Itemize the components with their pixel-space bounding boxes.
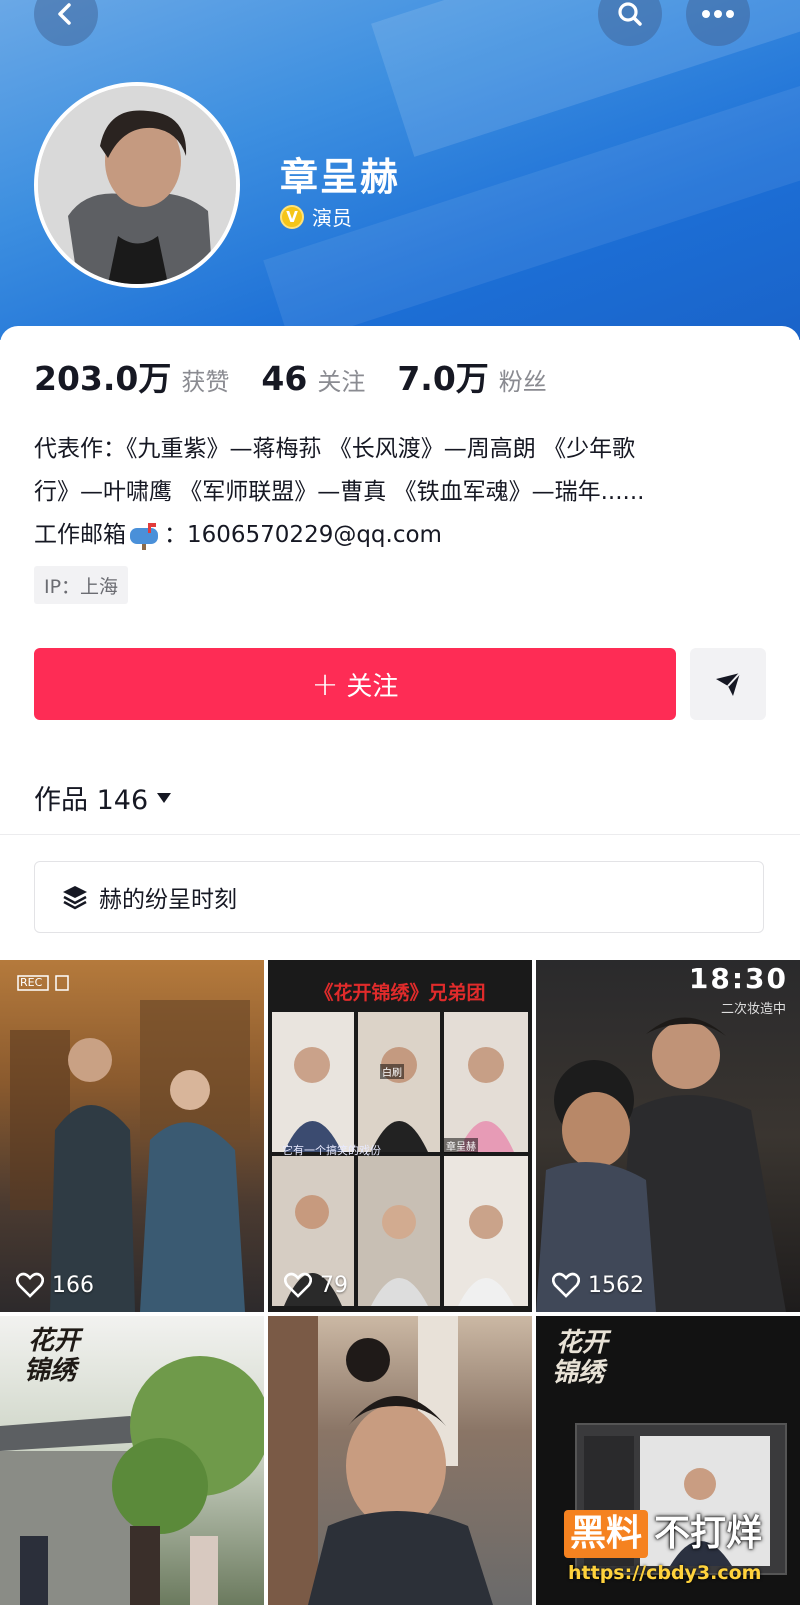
verification-row: V 演员 [280, 202, 352, 231]
video-tile[interactable]: 花开 锦绣 [0, 1316, 264, 1605]
mailbox-icon [130, 522, 158, 550]
video-grid: REC 166 《花开锦绣》兄弟团 白刷 章呈赫 它有一个搞笑的戏份 79 18… [0, 960, 800, 1605]
video-overlay-logo: 锦绣 [552, 1358, 605, 1388]
watermark-text: 不打烊 [654, 1513, 763, 1554]
video-overlay-name: 白刷 [380, 1064, 404, 1079]
video-likes: 79 [284, 1272, 348, 1298]
collection-label: 赫的纷呈时刻 [99, 887, 237, 913]
video-overlay-time: 18:30 [688, 962, 788, 995]
watermark-url: https://cbdy3.com [568, 1562, 762, 1584]
video-like-count: 1562 [588, 1272, 644, 1298]
video-like-count: 79 [320, 1272, 348, 1298]
video-thumbnail [272, 1012, 528, 1306]
bio-email-line: 工作邮箱 ：1606570229@qq.com [34, 514, 774, 557]
follow-button-label: 关注 [346, 671, 399, 702]
video-like-count: 166 [52, 1272, 94, 1298]
divider [0, 834, 800, 835]
video-overlay-title: 《花开锦绣》兄弟团 [314, 982, 486, 1004]
video-thumbnail [268, 1316, 493, 1605]
bio-line: 行》—叶啸鹰 《军师联盟》—曹真 《铁血军魂》—瑞年...... [34, 479, 645, 505]
video-overlay-caption: 它有一个搞笑的戏份 [282, 1144, 381, 1157]
rec-overlay: REC [20, 976, 43, 989]
video-tile[interactable] [268, 1316, 532, 1605]
ip-location-tag: IP：上海 [34, 566, 129, 604]
video-likes: 166 [16, 1272, 94, 1298]
bio-email-label: 工作邮箱 [34, 522, 126, 548]
likes-label[interactable]: 获赞 [181, 362, 229, 397]
site-watermark: 黑料 不打烊 https://cbdy3.com [564, 1510, 796, 1602]
video-tile[interactable]: 《花开锦绣》兄弟团 白刷 章呈赫 它有一个搞笑的戏份 79 [268, 960, 532, 1312]
works-tab-label: 作品 146 [34, 785, 149, 816]
followers-count[interactable]: 7.0万 [397, 352, 488, 400]
likes-count[interactable]: 203.0万 [34, 352, 171, 400]
following-label[interactable]: 关注 [317, 362, 365, 397]
profile-name: 章呈赫 [280, 155, 401, 199]
video-tile[interactable]: REC 166 [0, 960, 264, 1312]
heart-icon [552, 1272, 580, 1298]
video-overlay-logo: 锦绣 [24, 1356, 77, 1386]
following-count[interactable]: 46 [261, 359, 307, 398]
followers-label[interactable]: 粉丝 [499, 362, 547, 397]
more-dots-icon [702, 10, 734, 18]
chevron-left-icon [58, 3, 71, 25]
bio-email[interactable]: ：1606570229@qq.com [164, 514, 442, 557]
watermark-text: 黑料 [564, 1510, 649, 1558]
profile-stats: 203.0万 获赞 46 关注 7.0万 粉丝 [34, 352, 579, 400]
heart-icon [284, 1272, 312, 1298]
heart-icon [16, 1272, 44, 1298]
tab-works[interactable]: 作品 146 [34, 778, 172, 817]
plus-icon: + [311, 665, 339, 703]
profile-bio: 代表作：《九重紫》—蒋梅荪 《长风渡》—周高朗 《少年歌 行》—叶啸鹰 《军师联… [34, 428, 774, 557]
send-message-button[interactable] [690, 648, 766, 720]
video-thumbnail [10, 975, 250, 1312]
watermark-logo: 黑料 不打烊 [564, 1510, 762, 1558]
collection-entry[interactable]: 赫的纷呈时刻 [34, 861, 764, 933]
profile-title: 演员 [312, 206, 352, 230]
verified-badge-icon: V [280, 204, 304, 229]
video-overlay-subtitle: 二次妆造中 [720, 1002, 786, 1017]
video-tile[interactable]: 18:30 二次妆造中 1562 [536, 960, 800, 1312]
video-overlay-name: 章呈赫 [444, 1138, 478, 1153]
bio-line: 代表作：《九重紫》—蒋梅荪 《长风渡》—周高朗 《少年歌 [34, 436, 636, 462]
caret-down-icon [157, 792, 172, 803]
follow-button[interactable]: + 关注 [34, 648, 676, 720]
search-icon [618, 2, 642, 26]
send-arrow-icon [716, 672, 741, 696]
video-likes: 1562 [552, 1272, 644, 1298]
avatar[interactable] [34, 82, 240, 288]
layers-icon [63, 886, 87, 910]
avatar-image [38, 86, 236, 284]
